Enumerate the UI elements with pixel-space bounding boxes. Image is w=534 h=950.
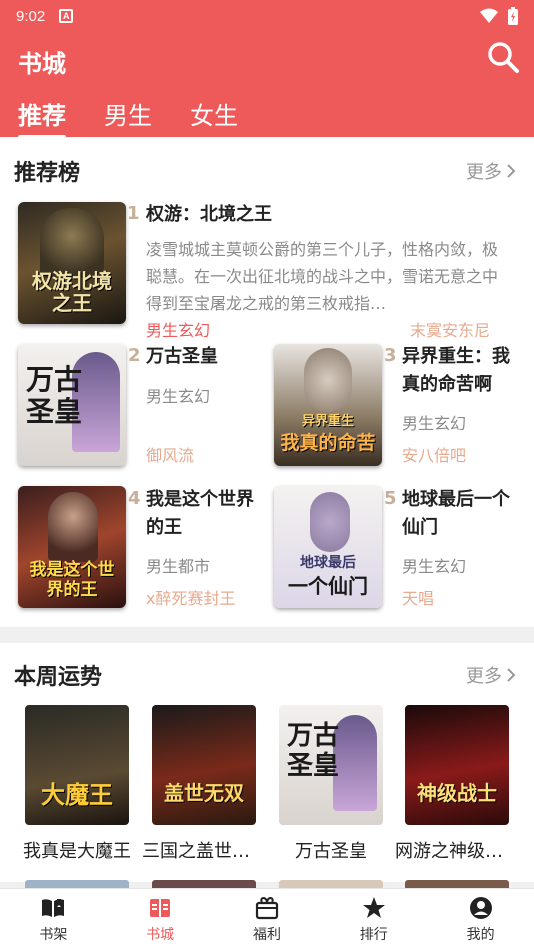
category-tabs: 推荐 男生 女生 xyxy=(18,96,238,139)
weekly-section: 本周运势 更多 大魔王 我真是大魔王 盖世无双 三国之盖世无双 万古圣皇 万古圣… xyxy=(0,643,534,882)
recommend-section: 推荐榜 更多 权游北境之王 1 权游：北境之王 凌雪城城主莫顿公爵的第三个儿子，… xyxy=(0,137,534,627)
book-title: 地球最后一个仙门 xyxy=(402,489,510,538)
user-icon xyxy=(469,897,492,919)
book-author: x醉死赛封王 xyxy=(146,589,236,608)
more-label: 更多 xyxy=(466,666,502,687)
book-cover: 地球最后 一个仙门 xyxy=(274,486,382,608)
cover-title: 我是这个世界的王 xyxy=(29,560,115,600)
rank-number: 3 xyxy=(384,345,397,366)
cover-title: 权游北境之王 xyxy=(32,269,112,315)
cover-title: 一个仙门 xyxy=(288,574,368,598)
book-cover: 神级战士 xyxy=(405,705,509,825)
rank-number: 1 xyxy=(127,203,140,224)
cover-figure xyxy=(310,492,350,552)
bottom-nav: 书架 书城 福利 排行 我的 xyxy=(0,888,534,950)
book-author: 御风流 xyxy=(146,446,195,465)
book-title: 权游：北境之王 xyxy=(146,204,272,225)
nav-label: 书城 xyxy=(146,927,175,943)
book-category: 男生都市 xyxy=(146,557,211,576)
more-label: 更多 xyxy=(466,162,502,183)
cover-title: 我真的命苦 xyxy=(280,432,376,454)
section-title: 本周运势 xyxy=(14,665,103,690)
nav-label: 排行 xyxy=(359,927,388,943)
cover-subtitle: 地球最后 xyxy=(300,555,356,571)
book-title: 网游之神级战士 xyxy=(395,841,519,862)
book-cover: 万古圣皇 xyxy=(18,344,126,466)
book-category: 男生玄幻 xyxy=(146,321,211,340)
book-author: 安八倍吧 xyxy=(402,446,467,465)
status-bar: 9:02 A xyxy=(16,4,518,28)
book-description: 凌雪城城主莫顿公爵的第三个儿子，性格内敛，极聪慧。在一次出征北境的战斗之中，雪诺… xyxy=(146,240,498,313)
book-title: 万古圣皇 xyxy=(146,346,218,367)
status-time: 9:02 xyxy=(16,7,46,25)
book-open-icon xyxy=(42,899,65,917)
bookstore-icon xyxy=(150,899,171,917)
weekly-header: 本周运势 更多 xyxy=(14,655,516,695)
tab-male[interactable]: 男生 xyxy=(104,96,152,131)
next-row-cover xyxy=(405,880,509,888)
book-category: 男生玄幻 xyxy=(402,414,467,433)
next-row-cover xyxy=(25,880,129,888)
search-icon[interactable] xyxy=(486,40,520,74)
wifi-icon xyxy=(480,8,498,23)
book-cover: 我是这个世界的王 xyxy=(18,486,126,608)
tab-female[interactable]: 女生 xyxy=(190,96,238,131)
book-title: 我真是大魔王 xyxy=(23,841,131,862)
battery-icon xyxy=(508,7,518,25)
cover-title: 神级战士 xyxy=(417,781,497,805)
book-category: 男生玄幻 xyxy=(402,557,467,576)
more-button[interactable]: 更多 xyxy=(466,662,516,688)
cover-title: 盖世无双 xyxy=(164,781,244,805)
cover-figure xyxy=(40,208,104,278)
more-button[interactable]: 更多 xyxy=(466,158,516,184)
cover-subtitle: 异界重生 xyxy=(301,414,354,429)
gift-icon xyxy=(255,896,279,920)
chevron-right-icon xyxy=(507,668,516,682)
book-title: 我是这个世界的王 xyxy=(146,489,254,538)
next-row-cover xyxy=(152,880,256,888)
cover-figure xyxy=(304,348,352,412)
page-title: 书城 xyxy=(18,50,66,78)
cover-title: 大魔王 xyxy=(41,780,113,809)
nav-welfare[interactable]: 福利 xyxy=(214,889,321,950)
cover-title: 万古圣皇 xyxy=(286,721,339,781)
book-author: 天唱 xyxy=(402,589,435,608)
nav-label: 福利 xyxy=(252,927,281,943)
app-header: 9:02 A 书城 推荐 男生 女生 xyxy=(0,0,534,139)
nav-mine[interactable]: 我的 xyxy=(427,889,534,950)
section-title: 推荐榜 xyxy=(14,161,81,186)
book-cover: 大魔王 xyxy=(25,705,129,825)
rank-number: 2 xyxy=(128,345,141,366)
book-cover: 异界重生 我真的命苦 xyxy=(274,344,382,466)
book-category: 男生玄幻 xyxy=(146,387,211,406)
book-author: 末寞安东尼 xyxy=(410,321,491,340)
nav-ranking[interactable]: 排行 xyxy=(320,889,427,950)
book-title: 异界重生：我真的命苦啊 xyxy=(402,346,510,395)
rank-number: 5 xyxy=(384,488,397,509)
status-icons xyxy=(480,7,518,25)
book-title: 万古圣皇 xyxy=(295,841,367,862)
star-icon xyxy=(362,897,385,918)
tab-recommend[interactable]: 推荐 xyxy=(18,96,66,139)
nav-bookstore[interactable]: 书城 xyxy=(107,889,214,950)
chevron-right-icon xyxy=(507,164,516,178)
rank-number: 4 xyxy=(128,488,141,509)
book-cover: 权游北境之王 xyxy=(18,202,126,324)
book-title: 三国之盖世无双 xyxy=(142,841,266,862)
nav-bookshelf[interactable]: 书架 xyxy=(0,889,107,950)
nav-label: 我的 xyxy=(466,927,495,943)
recommend-header: 推荐榜 更多 xyxy=(14,151,516,191)
nav-label: 书架 xyxy=(39,927,68,943)
cover-title: 万古圣皇 xyxy=(25,363,82,428)
book-cover: 万古圣皇 xyxy=(279,705,383,825)
book-cover: 盖世无双 xyxy=(152,705,256,825)
notification-badge-icon: A xyxy=(59,9,74,23)
next-row-cover xyxy=(279,880,383,888)
cover-figure xyxy=(48,492,98,562)
